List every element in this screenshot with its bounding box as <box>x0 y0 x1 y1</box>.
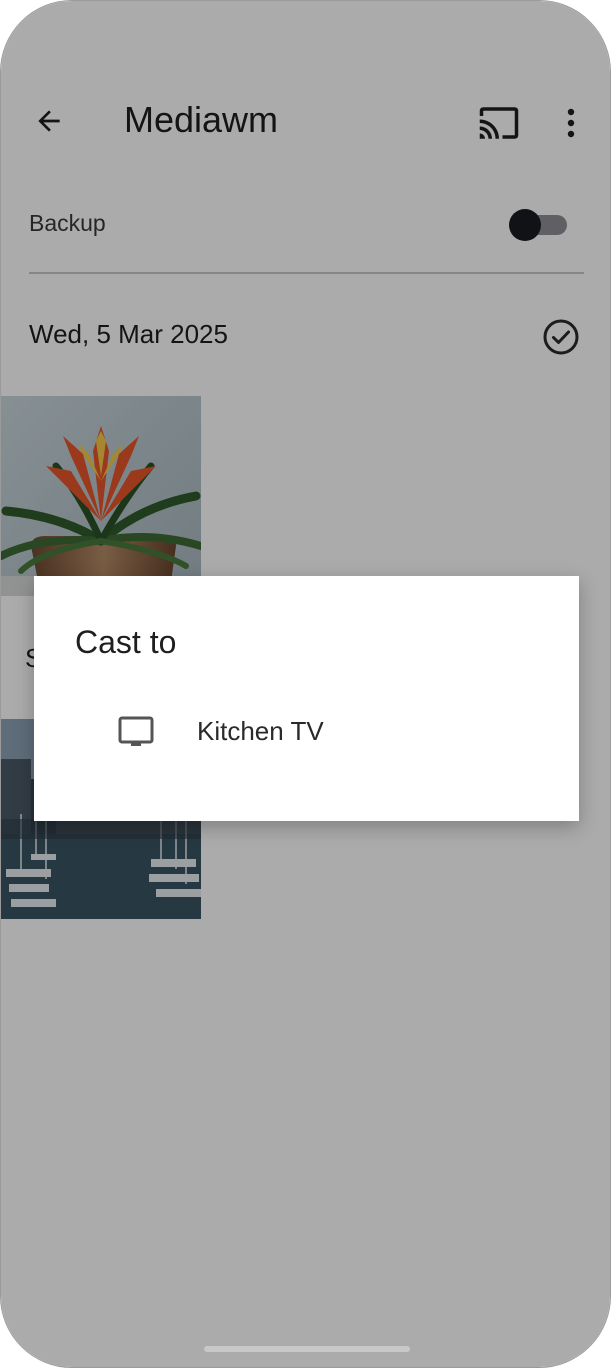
cast-dialog: Cast to Kitchen TV <box>34 576 579 821</box>
tv-icon <box>118 716 154 746</box>
dialog-title: Cast to <box>75 624 177 660</box>
device-name: Kitchen TV <box>197 716 324 746</box>
cast-device-item[interactable]: Kitchen TV <box>34 696 579 766</box>
home-indicator <box>204 1346 410 1352</box>
app-screen: 10:00 Mediawm Backup Wed, 5 Mar 2025 Cas… <box>1 1 610 1367</box>
phone-frame: 10:00 Mediawm Backup Wed, 5 Mar 2025 Cas… <box>0 0 611 1368</box>
